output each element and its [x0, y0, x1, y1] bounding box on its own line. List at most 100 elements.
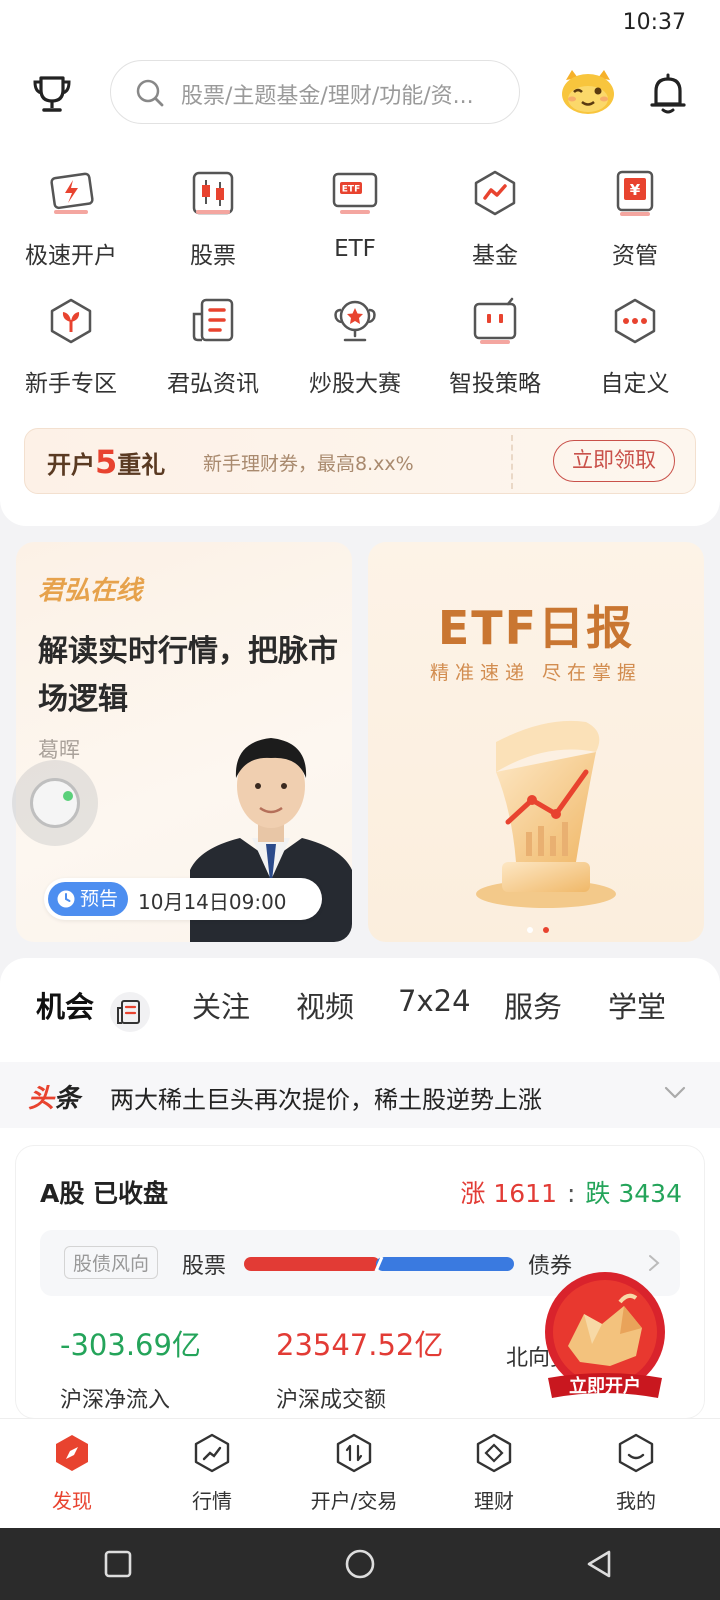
- menu-label: ETF: [334, 236, 376, 262]
- menu-label: 极速开户: [25, 243, 117, 269]
- tab-service[interactable]: 服务: [504, 984, 562, 1026]
- headline-logo-second: 条: [54, 1084, 81, 1114]
- nav-label: 理财: [474, 1489, 514, 1513]
- preview-tag-label: 预告: [80, 888, 119, 910]
- market-icon: [194, 1433, 230, 1473]
- menu-newbie[interactable]: 新手专区: [6, 296, 136, 416]
- menu-customize[interactable]: 自定义: [570, 296, 700, 416]
- stat-turnover[interactable]: 23547.52亿 沪深成交额: [276, 1322, 443, 1414]
- back-icon[interactable]: [584, 1548, 616, 1580]
- claim-button[interactable]: 立即领取: [553, 440, 675, 482]
- market-status-title: A股 已收盘: [40, 1179, 169, 1208]
- open-account-badge[interactable]: 立即开户: [540, 1270, 670, 1406]
- headline-logo-first: 头: [28, 1084, 55, 1114]
- mascot-avatar-icon[interactable]: [558, 66, 618, 116]
- search-icon: [136, 79, 164, 107]
- stock-candle-icon: [192, 171, 234, 215]
- promo-banner[interactable]: 开户5重礼 新手理财券，最高8.xx% 立即领取: [24, 428, 696, 494]
- advance-decline-separator: :: [566, 1179, 576, 1208]
- live-brand: 君弘在线: [38, 576, 143, 606]
- tab-video[interactable]: 视频: [296, 984, 354, 1026]
- top-card: 股票/主题基金/理财/功能/资... 极速开户 股票 ETF ETF 基金 ¥ …: [0, 46, 720, 526]
- bell-icon[interactable]: [648, 72, 688, 116]
- menu-strategy[interactable]: 智投策略: [430, 296, 560, 416]
- tab-opportunity[interactable]: 机会: [36, 984, 94, 1026]
- chevron-down-icon[interactable]: [664, 1086, 686, 1100]
- promo-title-number: 5: [95, 443, 118, 481]
- menu-news[interactable]: 君弘资讯: [148, 296, 278, 416]
- menu-etf[interactable]: ETF ETF: [290, 168, 420, 288]
- nav-label: 发现: [52, 1489, 92, 1513]
- news-icon: [192, 298, 234, 342]
- nav-label: 开户/交易: [310, 1489, 398, 1513]
- stock-bond-bar: [244, 1257, 514, 1271]
- nav-discover[interactable]: 发现: [0, 1433, 144, 1523]
- golden-trophy-illustration: [476, 720, 616, 908]
- status-time: 10:37: [622, 10, 686, 35]
- clock-icon: [57, 890, 75, 908]
- recent-apps-icon[interactable]: [102, 1548, 134, 1580]
- stock-label: 股票: [182, 1254, 227, 1279]
- etf-subtitle: 精准速递 尽在掌握: [429, 662, 643, 684]
- open-account-label: 立即开户: [569, 1375, 641, 1397]
- bond-bar-segment: [376, 1257, 514, 1271]
- strategy-icon: [473, 297, 517, 344]
- schedule-pill: 预告 10月14日09:00: [44, 878, 322, 920]
- nav-market[interactable]: 行情: [140, 1433, 284, 1523]
- customize-icon: [614, 298, 656, 344]
- headline-logo: 头条: [28, 1078, 80, 1115]
- trophy-icon[interactable]: [30, 72, 74, 116]
- stat-label: 沪深净流入: [60, 1388, 171, 1413]
- carousel-indicator: [527, 927, 549, 933]
- menu-fund[interactable]: 基金: [430, 168, 560, 288]
- nav-profile[interactable]: 我的: [564, 1433, 708, 1523]
- nav-trade[interactable]: 开户/交易: [282, 1433, 426, 1523]
- live-broadcast-card[interactable]: 君弘在线 解读实时行情，把脉市场逻辑 葛晖 预告 10月14日09:00: [16, 542, 352, 942]
- stat-net-inflow[interactable]: -303.69亿 沪深净流入: [60, 1322, 201, 1414]
- contest-trophy-icon: [334, 300, 376, 342]
- stat-label: 沪深成交额: [276, 1388, 387, 1413]
- tab-follow[interactable]: 关注: [192, 984, 250, 1026]
- menu-contest[interactable]: 炒股大赛: [290, 296, 420, 416]
- asset-management-icon: ¥: [616, 170, 654, 216]
- stat-value: 23547.52亿: [276, 1328, 444, 1362]
- stock-bond-tag: 股债风向: [64, 1246, 159, 1279]
- search-placeholder: 股票/主题基金/理财/功能/资...: [181, 84, 474, 109]
- trade-icon: [336, 1433, 372, 1473]
- nav-wealth[interactable]: 理财: [422, 1433, 566, 1523]
- tab-academy[interactable]: 学堂: [608, 984, 666, 1026]
- etf-daily-banner[interactable]: ETF日报 精准速递 尽在掌握: [368, 542, 704, 942]
- discover-icon: [56, 1435, 88, 1471]
- preview-time: 10月14日09:00: [138, 890, 287, 914]
- status-bar: 10:37: [0, 0, 720, 46]
- menu-label: 股票: [190, 243, 236, 269]
- fast-account-icon: [50, 172, 94, 214]
- profile-icon: [618, 1433, 654, 1473]
- promo-divider: [511, 435, 513, 489]
- tab-document-icon-button[interactable]: [110, 992, 150, 1032]
- menu-stock[interactable]: 股票: [148, 168, 278, 288]
- home-icon[interactable]: [344, 1548, 376, 1580]
- tab-7x24[interactable]: 7x24: [398, 984, 471, 1018]
- svg-text:ETF: ETF: [342, 185, 360, 195]
- headline-news-row[interactable]: 头条 两大稀土巨头再次提价，稀土股逆势上涨: [0, 1062, 720, 1128]
- headline-text: 两大稀土巨头再次提价，稀土股逆势上涨: [110, 1086, 542, 1114]
- menu-asset-management[interactable]: ¥ 资管: [570, 168, 700, 288]
- search-input[interactable]: 股票/主题基金/理财/功能/资...: [110, 60, 520, 124]
- menu-label: 智投策略: [449, 371, 541, 397]
- menu-label: 基金: [472, 243, 518, 269]
- menu-label: 资管: [612, 243, 658, 269]
- promo-description: 新手理财券，最高8.xx%: [203, 453, 414, 475]
- menu-label: 君弘资讯: [167, 371, 259, 397]
- promo-title-suffix: 重礼: [117, 451, 166, 479]
- floating-assistant-icon: [30, 778, 80, 828]
- document-icon: [117, 1000, 140, 1024]
- advance-count: 涨 1611: [460, 1179, 557, 1208]
- bottom-navigation: 发现 行情 开户/交易 理财 我的: [0, 1418, 720, 1528]
- newbie-icon: [50, 298, 92, 344]
- etf-icon: ETF: [332, 172, 378, 214]
- menu-fast-account[interactable]: 极速开户: [6, 168, 136, 288]
- floating-assistant-button[interactable]: [12, 760, 98, 846]
- stat-value: -303.69亿: [60, 1328, 201, 1362]
- ox-mascot-icon: 立即开户: [545, 1272, 665, 1398]
